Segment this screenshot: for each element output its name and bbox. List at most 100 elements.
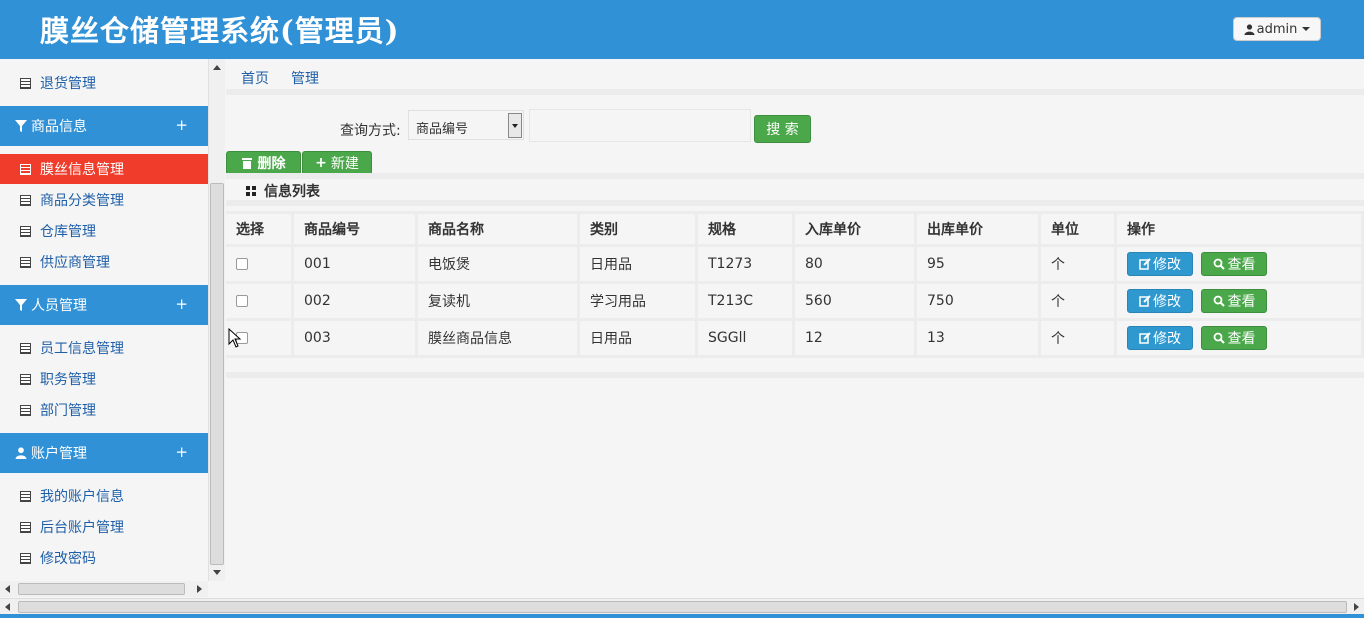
list-icon: [20, 163, 31, 175]
user-name: admin: [1256, 21, 1298, 37]
scroll-down-icon[interactable]: [213, 570, 221, 575]
edit-icon: [1139, 258, 1151, 270]
sidebar-item-admin-accounts[interactable]: 后台账户管理: [0, 512, 208, 542]
search-mode-label: 查询方式:: [340, 123, 401, 139]
edit-button[interactable]: 修改: [1127, 326, 1193, 350]
row-checkbox[interactable]: [236, 295, 248, 307]
list-icon: [20, 404, 31, 416]
breadcrumb: 首页 管理: [241, 68, 319, 88]
filter-icon: [15, 299, 27, 311]
cell-spec: T1273: [698, 247, 795, 284]
scroll-thumb[interactable]: [18, 601, 1347, 613]
mouse-cursor-icon: [228, 328, 242, 348]
sidebar-item-membrane-info[interactable]: 膜丝信息管理: [0, 154, 208, 184]
cell-unit: 个: [1041, 247, 1117, 284]
list-icon: [20, 552, 31, 564]
cell-out-price: 95: [917, 247, 1041, 284]
cell-name: 膜丝商品信息: [418, 321, 580, 358]
goods-table: 选择 商品编号 商品名称 类别 规格 入库单价 出库单价 单位 操作 001 电…: [226, 211, 1364, 358]
edit-button[interactable]: 修改: [1127, 289, 1193, 313]
search-input[interactable]: [529, 109, 751, 142]
table-row: 001 电饭煲 日用品 T1273 80 95 个 修改 查看: [226, 247, 1364, 284]
row-checkbox[interactable]: [236, 258, 248, 270]
scroll-left-icon[interactable]: [5, 603, 10, 611]
sidebar-item-category[interactable]: 商品分类管理: [0, 185, 208, 215]
expand-icon[interactable]: +: [175, 116, 188, 134]
sidebar-item-employee[interactable]: 员工信息管理: [0, 333, 208, 363]
scroll-up-icon[interactable]: [213, 65, 221, 70]
list-icon: [20, 342, 31, 354]
cell-in-price: 80: [795, 247, 917, 284]
cell-unit: 个: [1041, 284, 1117, 321]
filter-icon: [15, 120, 27, 132]
cell-name: 电饭煲: [418, 247, 580, 284]
cell-out-price: 750: [917, 284, 1041, 321]
cell-name: 复读机: [418, 284, 580, 321]
sidebar-item-change-password[interactable]: 修改密码: [0, 543, 208, 573]
sidebar-item-warehouse[interactable]: 仓库管理: [0, 216, 208, 246]
column-header: 单位: [1041, 211, 1117, 247]
list-icon: [20, 256, 31, 268]
search-mode-select[interactable]: 商品编号: [408, 110, 524, 140]
expand-icon[interactable]: +: [175, 443, 188, 461]
sidebar-horizontal-scrollbar[interactable]: [0, 581, 208, 597]
sidebar-group-staff[interactable]: 人员管理 +: [0, 285, 208, 325]
sidebar-vertical-scrollbar[interactable]: [208, 59, 225, 581]
divider: [226, 200, 1364, 206]
cell-out-price: 13: [917, 321, 1041, 358]
sidebar-item-department[interactable]: 部门管理: [0, 395, 208, 425]
cell-code: 001: [294, 247, 418, 284]
page-horizontal-scrollbar[interactable]: [0, 598, 1364, 614]
scroll-right-icon[interactable]: [1354, 603, 1359, 611]
cell-category: 学习用品: [580, 284, 698, 321]
cell-spec: T213C: [698, 284, 795, 321]
cell-in-price: 560: [795, 284, 917, 321]
column-header: 规格: [698, 211, 795, 247]
sidebar-item-returns[interactable]: 退货管理: [0, 68, 208, 98]
cell-code: 002: [294, 284, 418, 321]
scroll-thumb[interactable]: [18, 583, 185, 595]
list-icon: [20, 194, 31, 206]
edit-icon: [1139, 332, 1151, 344]
divider: [226, 173, 1364, 179]
scroll-right-icon[interactable]: [197, 585, 202, 593]
cell-actions: 修改 查看: [1117, 284, 1364, 321]
sidebar-group-goods[interactable]: 商品信息 +: [0, 106, 208, 146]
column-header: 商品编号: [294, 211, 418, 247]
column-header: 入库单价: [795, 211, 917, 247]
main-content: 首页 管理 查询方式: 商品编号 搜 索 删除 + 新建 信息列表 选择 商品编…: [226, 59, 1364, 598]
search-button[interactable]: 搜 索: [754, 115, 811, 143]
scroll-thumb[interactable]: [210, 183, 224, 565]
user-icon: [1244, 23, 1255, 35]
sidebar-group-account[interactable]: 账户管理 +: [0, 433, 208, 473]
trash-icon: [241, 158, 252, 169]
view-button[interactable]: 查看: [1201, 252, 1268, 276]
column-header: 出库单价: [917, 211, 1041, 247]
divider: [226, 372, 1364, 378]
breadcrumb-home[interactable]: 首页: [241, 68, 269, 88]
caret-down-icon: [1302, 27, 1311, 31]
plus-icon: +: [315, 155, 327, 171]
edit-icon: [1139, 295, 1151, 307]
delete-button[interactable]: 删除: [226, 151, 301, 175]
list-icon: [20, 225, 31, 237]
column-header: 选择: [226, 211, 294, 247]
new-button[interactable]: + 新建: [302, 151, 372, 175]
scroll-left-icon[interactable]: [5, 585, 10, 593]
sidebar-item-supplier[interactable]: 供应商管理: [0, 247, 208, 277]
view-button[interactable]: 查看: [1201, 326, 1268, 350]
user-menu-button[interactable]: admin: [1233, 17, 1321, 41]
cell-spec: SGGll: [698, 321, 795, 358]
zoom-icon: [1214, 332, 1226, 344]
breadcrumb-manage[interactable]: 管理: [291, 68, 319, 88]
view-button[interactable]: 查看: [1201, 289, 1268, 313]
sidebar-item-position[interactable]: 职务管理: [0, 364, 208, 394]
list-icon: [20, 373, 31, 385]
bottom-bar: [0, 614, 1364, 618]
expand-icon[interactable]: +: [175, 295, 188, 313]
table-header-row: 选择 商品编号 商品名称 类别 规格 入库单价 出库单价 单位 操作: [226, 211, 1364, 247]
edit-button[interactable]: 修改: [1127, 252, 1193, 276]
sidebar-item-my-account[interactable]: 我的账户信息: [0, 481, 208, 511]
chevron-down-icon[interactable]: [508, 113, 522, 138]
table-row: 002 复读机 学习用品 T213C 560 750 个 修改 查看: [226, 284, 1364, 321]
